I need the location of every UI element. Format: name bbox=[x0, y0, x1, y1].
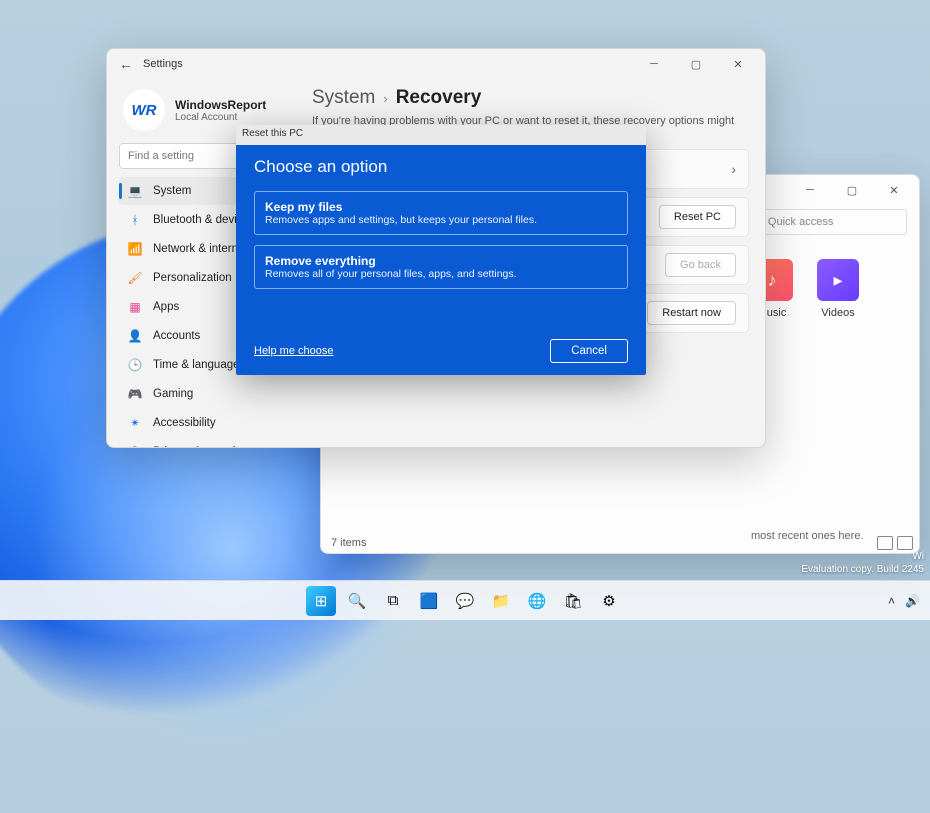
folder-label: Videos bbox=[821, 307, 854, 319]
search-button[interactable]: 🔍 bbox=[342, 586, 372, 616]
help-me-choose-link[interactable]: Help me choose bbox=[254, 345, 334, 357]
nav-label: Accounts bbox=[153, 330, 200, 342]
profile-sub: Local Account bbox=[175, 112, 266, 123]
apps-icon: ▦ bbox=[127, 300, 143, 314]
breadcrumb-current: Recovery bbox=[396, 87, 482, 109]
go-back-button: Go back bbox=[665, 253, 736, 277]
option-keep-files[interactable]: Keep my files Removes apps and settings,… bbox=[254, 191, 628, 235]
edge-button[interactable]: 🌐 bbox=[522, 586, 552, 616]
accessibility-icon: ✴ bbox=[127, 416, 143, 430]
close-button[interactable]: ✕ bbox=[717, 49, 759, 79]
nav-label: Network & internet bbox=[153, 243, 248, 255]
cancel-button[interactable]: Cancel bbox=[550, 339, 628, 363]
explorer-status: 7 items bbox=[331, 537, 366, 549]
option-desc: Removes apps and settings, but keeps you… bbox=[265, 214, 617, 226]
videos-folder-icon: ▸ bbox=[817, 259, 859, 301]
folder-videos[interactable]: ▸ Videos bbox=[817, 259, 859, 319]
option-remove-everything[interactable]: Remove everything Removes all of your pe… bbox=[254, 245, 628, 289]
settings-button[interactable]: ⚙ bbox=[594, 586, 624, 616]
wifi-icon: 📶 bbox=[127, 242, 143, 256]
option-title: Keep my files bbox=[265, 200, 617, 214]
brush-icon: 🖌 bbox=[127, 271, 143, 285]
nav-label: Accessibility bbox=[153, 417, 216, 429]
nav-accessibility[interactable]: ✴ Accessibility bbox=[119, 409, 294, 437]
avatar: WR bbox=[123, 89, 165, 131]
nav-gaming[interactable]: 🎮 Gaming bbox=[119, 380, 294, 408]
nav-label: Personalization bbox=[153, 272, 232, 284]
widgets-button[interactable]: 🟦 bbox=[414, 586, 444, 616]
explorer-view-toggle[interactable] bbox=[877, 536, 913, 550]
person-icon: 👤 bbox=[127, 329, 143, 343]
search-placeholder: Find a setting bbox=[128, 150, 194, 162]
chevron-right-icon: › bbox=[383, 91, 387, 106]
nav-label: Apps bbox=[153, 301, 179, 313]
back-button[interactable]: ← bbox=[119, 56, 133, 72]
bluetooth-icon: ᚼ bbox=[127, 213, 143, 227]
dialog-heading: Choose an option bbox=[254, 157, 628, 177]
shield-icon: 🛡 bbox=[127, 445, 143, 448]
clock-icon: 🕒 bbox=[127, 358, 143, 372]
maximize-button[interactable]: ▢ bbox=[675, 49, 717, 79]
option-desc: Removes all of your personal files, apps… bbox=[265, 268, 617, 280]
chat-button[interactable]: 💬 bbox=[450, 586, 480, 616]
settings-titlebar: ← Settings ─ ▢ ✕ bbox=[107, 49, 765, 79]
desktop-watermark: Wi Evaluation copy. Build 2245 bbox=[801, 550, 924, 576]
app-title: Settings bbox=[143, 58, 183, 70]
store-button[interactable]: 🛍 bbox=[558, 586, 588, 616]
profile-name: WindowsReport bbox=[175, 98, 266, 112]
recent-hint: most recent ones here. bbox=[751, 530, 864, 542]
restart-now-button[interactable]: Restart now bbox=[647, 301, 736, 325]
taskbar-center: ⊞ 🔍 ⧉ 🟦 💬 📁 🌐 🛍 ⚙ bbox=[306, 586, 624, 616]
option-title: Remove everything bbox=[265, 254, 617, 268]
nav-label: Gaming bbox=[153, 388, 193, 400]
volume-icon[interactable]: 🔊 bbox=[905, 594, 920, 608]
reset-pc-dialog: Reset this PC Choose an option Keep my f… bbox=[236, 125, 646, 375]
reset-pc-button[interactable]: Reset PC bbox=[659, 205, 736, 229]
nav-privacy[interactable]: 🛡 Privacy & security bbox=[119, 438, 294, 448]
taskbar: ⊞ 🔍 ⧉ 🟦 💬 📁 🌐 🛍 ⚙ ˄ 🔊 bbox=[0, 580, 930, 620]
nav-label: Time & language bbox=[153, 359, 240, 371]
chevron-right-icon: › bbox=[731, 161, 736, 177]
maximize-button[interactable]: ▢ bbox=[831, 175, 873, 205]
start-button[interactable]: ⊞ bbox=[306, 586, 336, 616]
system-tray[interactable]: ˄ 🔊 bbox=[888, 594, 930, 608]
task-view-button[interactable]: ⧉ bbox=[378, 586, 408, 616]
explorer-button[interactable]: 📁 bbox=[486, 586, 516, 616]
breadcrumb-parent[interactable]: System bbox=[312, 87, 375, 109]
dialog-window-title: Reset this PC bbox=[242, 128, 303, 139]
system-icon: 💻 bbox=[127, 184, 143, 198]
breadcrumb: System › Recovery bbox=[312, 87, 749, 109]
minimize-button[interactable]: ─ bbox=[633, 49, 675, 79]
close-button[interactable]: ✕ bbox=[873, 175, 915, 205]
nav-label: System bbox=[153, 185, 191, 197]
minimize-button[interactable]: ─ bbox=[789, 175, 831, 205]
tray-chevron-icon[interactable]: ˄ bbox=[888, 594, 895, 608]
gamepad-icon: 🎮 bbox=[127, 387, 143, 401]
nav-label: Privacy & security bbox=[153, 446, 244, 448]
